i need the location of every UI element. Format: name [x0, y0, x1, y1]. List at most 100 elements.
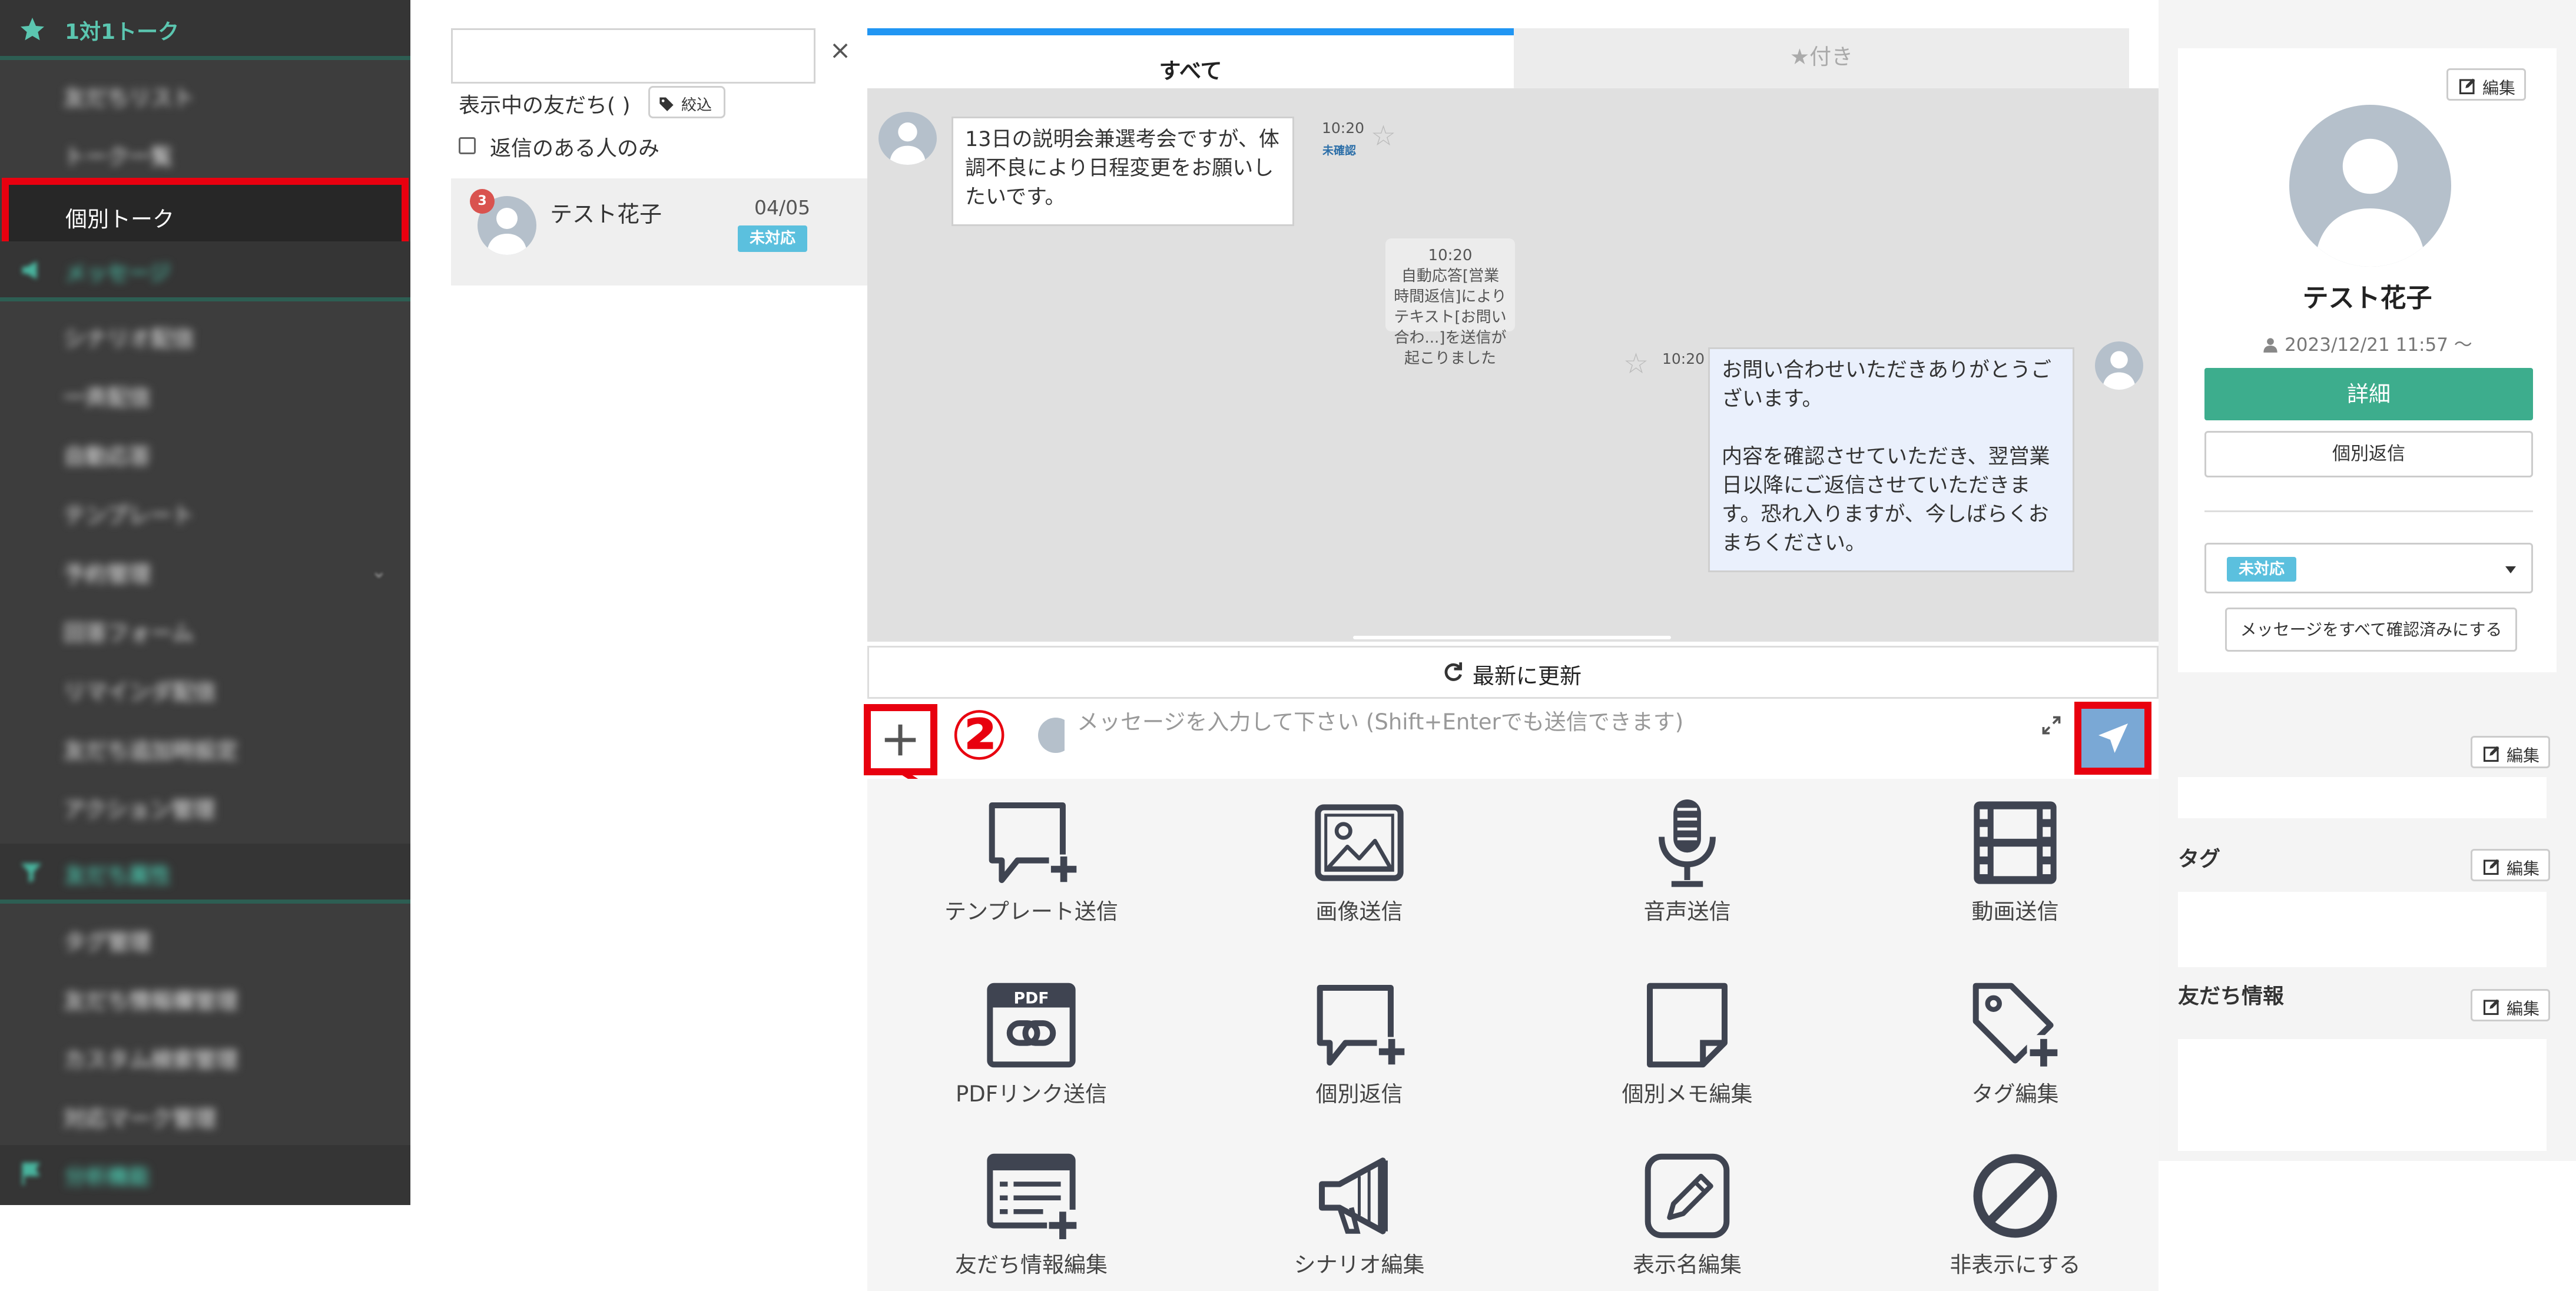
- sidebar-item-template[interactable]: テンプレート: [0, 480, 410, 540]
- system-message-time: 10:20: [1428, 247, 1473, 264]
- filter-chip-label: 絞込: [681, 97, 712, 114]
- sidebar-item-label: アクション管理: [64, 797, 216, 822]
- showing-friends-label: 表示中の友だち( ): [459, 94, 631, 118]
- tag-box: [2178, 892, 2547, 967]
- display-name-edit-tool[interactable]: 表示名編集: [1523, 1132, 1851, 1291]
- sidebar-item-label: 友だちリスト: [64, 85, 194, 111]
- message-bubble-outgoing: お問い合わせいただきありがとうございます。 内容を確認させていただき、翌営業日以…: [1708, 347, 2074, 572]
- clear-search-icon[interactable]: ×: [826, 36, 854, 65]
- sidebar-item-reservation[interactable]: 予約管理 ⌄: [0, 539, 410, 599]
- sidebar-item-response-mark[interactable]: 対応マーク管理: [0, 1083, 410, 1143]
- sidebar-item-scenario[interactable]: シナリオ配信: [0, 303, 410, 363]
- flag-icon: [18, 1160, 45, 1187]
- message-text: お問い合わせいただきありがとうございます。: [1722, 359, 2052, 411]
- individual-reply-tool[interactable]: 個別返信: [1195, 961, 1523, 1132]
- tag-edit-tool[interactable]: タグ編集: [1851, 961, 2179, 1132]
- sidebar-category-friend-attributes[interactable]: 友だち属性: [0, 844, 410, 904]
- caret-down-icon: [2505, 566, 2516, 573]
- sidebar-item-label: 友だち情報欄管理: [64, 988, 238, 1014]
- tab-all[interactable]: すべて: [867, 28, 1514, 88]
- sidebar-item-label: 友だち追加時設定: [64, 738, 238, 764]
- film-icon: [1974, 801, 2057, 884]
- pdf-link-send-tool[interactable]: PDF PDFリンク送信: [867, 961, 1195, 1132]
- annotation-number-2: ②: [950, 696, 1009, 775]
- chat-tabs: すべて ★付き: [867, 28, 2129, 88]
- star-outline-icon[interactable]: ☆: [1623, 347, 1649, 380]
- sidebar-category-analytics[interactable]: 分析機能: [0, 1145, 410, 1205]
- memo-edit-tool[interactable]: 個別メモ編集: [1523, 961, 1851, 1132]
- edit-icon: [2459, 78, 2475, 95]
- tool-label: 個別返信: [1315, 1081, 1403, 1107]
- sidebar-item-tag-manage[interactable]: タグ管理: [0, 907, 410, 967]
- scroll-indicator[interactable]: [1353, 636, 1671, 639]
- profile-panel: 編集 テスト花子 2023/12/21 11:57 ～ 詳細 個別返信 未対応 …: [2159, 0, 2576, 1291]
- scenario-edit-tool[interactable]: シナリオ編集: [1195, 1132, 1523, 1291]
- template-send-tool[interactable]: テンプレート送信: [867, 779, 1195, 950]
- image-icon: [1315, 804, 1404, 881]
- sidebar-item-friend-list[interactable]: 友だちリスト: [0, 62, 410, 122]
- filter-chip[interactable]: 絞込: [648, 86, 725, 118]
- sidebar-item-broadcast[interactable]: 一斉配信: [0, 362, 410, 422]
- sidebar-item-label: テンプレート: [64, 503, 194, 528]
- tag-edit-button[interactable]: 編集: [2471, 849, 2550, 881]
- chevron-down-icon: ⌄: [371, 560, 387, 582]
- add-tools-button[interactable]: [864, 704, 937, 775]
- edit-label: 編集: [2482, 78, 2516, 98]
- profile-name: テスト花子: [2302, 283, 2432, 313]
- tool-label: 友だち情報編集: [955, 1252, 1108, 1277]
- sidebar-category-message[interactable]: メッセージ: [0, 241, 410, 301]
- profile-section-box: [2178, 777, 2547, 818]
- detail-button[interactable]: 詳細: [2204, 368, 2533, 420]
- sidebar-item-action[interactable]: アクション管理: [0, 774, 410, 834]
- sidebar-item-talk-list[interactable]: トーク一覧: [0, 121, 410, 181]
- sidebar-item-label: 対応マーク管理: [64, 1106, 216, 1131]
- pdf-icon-text: PDF: [1013, 990, 1049, 1008]
- hide-tool[interactable]: 非表示にする: [1851, 1132, 2179, 1291]
- tool-label: タグ編集: [1971, 1081, 2059, 1107]
- mark-all-read-button[interactable]: メッセージをすべて確認済みにする: [2225, 608, 2517, 652]
- system-message-text: 自動応答[営業時間返信]によりテキスト[お問い合わ...]を送信が起こりました: [1394, 267, 1507, 367]
- expand-icon[interactable]: [2041, 715, 2062, 736]
- megaphone-icon: [18, 257, 47, 284]
- edit-button[interactable]: 編集: [2471, 736, 2550, 768]
- tool-label: 個別メモ編集: [1622, 1081, 1753, 1107]
- friend-name: テスト花子: [550, 201, 662, 227]
- reply-only-checkbox[interactable]: [459, 137, 476, 154]
- sidebar-item-add-settings[interactable]: 友だち追加時設定: [0, 715, 410, 775]
- sidebar-item-friend-info-manage[interactable]: 友だち情報欄管理: [0, 965, 410, 1026]
- friend-info-edit-button[interactable]: 編集: [2471, 989, 2550, 1021]
- friend-info-edit-tool[interactable]: 友だち情報編集: [867, 1132, 1195, 1291]
- refresh-button[interactable]: 最新に更新: [867, 646, 2159, 699]
- refresh-label: 最新に更新: [1473, 663, 1582, 689]
- plus-icon: [884, 724, 916, 756]
- sidebar-item-custom-search[interactable]: カスタム検索管理: [0, 1024, 410, 1084]
- chat-plus-icon: [989, 802, 1079, 884]
- sidebar-item-auto-reply[interactable]: 自動応答: [0, 421, 410, 481]
- sidebar-item-answer-form[interactable]: 回答フォーム: [0, 598, 410, 658]
- microphone-icon: [1659, 799, 1716, 887]
- friend-info-heading: 友だち情報: [2178, 984, 2285, 1008]
- status-select[interactable]: 未対応: [2204, 543, 2533, 593]
- star-outline-icon[interactable]: ☆: [1371, 120, 1396, 152]
- video-send-tool[interactable]: 動画送信: [1851, 779, 2179, 950]
- send-button[interactable]: [2074, 702, 2151, 775]
- system-message: 10:20 自動応答[営業時間返信]によりテキスト[お問い合わ...]を送信が起…: [1385, 238, 1515, 367]
- individual-reply-button[interactable]: 個別返信: [2204, 431, 2533, 477]
- friend-search-input[interactable]: [451, 28, 815, 84]
- profile-footer-area: [2159, 1161, 2576, 1291]
- sidebar-item-label: 一斉配信: [64, 385, 151, 410]
- message-text: 内容を確認させていただき、翌営業日以降にご返信させていただきます。恐れ入りますが…: [1722, 445, 2050, 555]
- tool-label: 非表示にする: [1950, 1252, 2081, 1277]
- tag-plus-icon: [1972, 983, 2061, 1068]
- friend-list-item[interactable]: 3 テスト花子 04/05 未対応: [451, 178, 867, 286]
- audio-send-tool[interactable]: 音声送信: [1523, 779, 1851, 950]
- image-send-tool[interactable]: 画像送信: [1195, 779, 1523, 950]
- message-bubble-incoming: 13日の説明会兼選考会ですが、体調不良により日程変更をお願いしたいです。: [952, 117, 1294, 226]
- edit-button[interactable]: 編集: [2446, 68, 2526, 101]
- sidebar-item-reminder[interactable]: リマインダ配信: [0, 656, 410, 716]
- sidebar-item-label: トーク一覧: [64, 144, 173, 170]
- sidebar-item-label: 回答フォーム: [64, 620, 194, 646]
- sidebar-category-1on1[interactable]: 1対1トーク: [0, 0, 410, 60]
- edit-icon: [2483, 859, 2499, 875]
- tab-starred[interactable]: ★付き: [1514, 28, 2129, 88]
